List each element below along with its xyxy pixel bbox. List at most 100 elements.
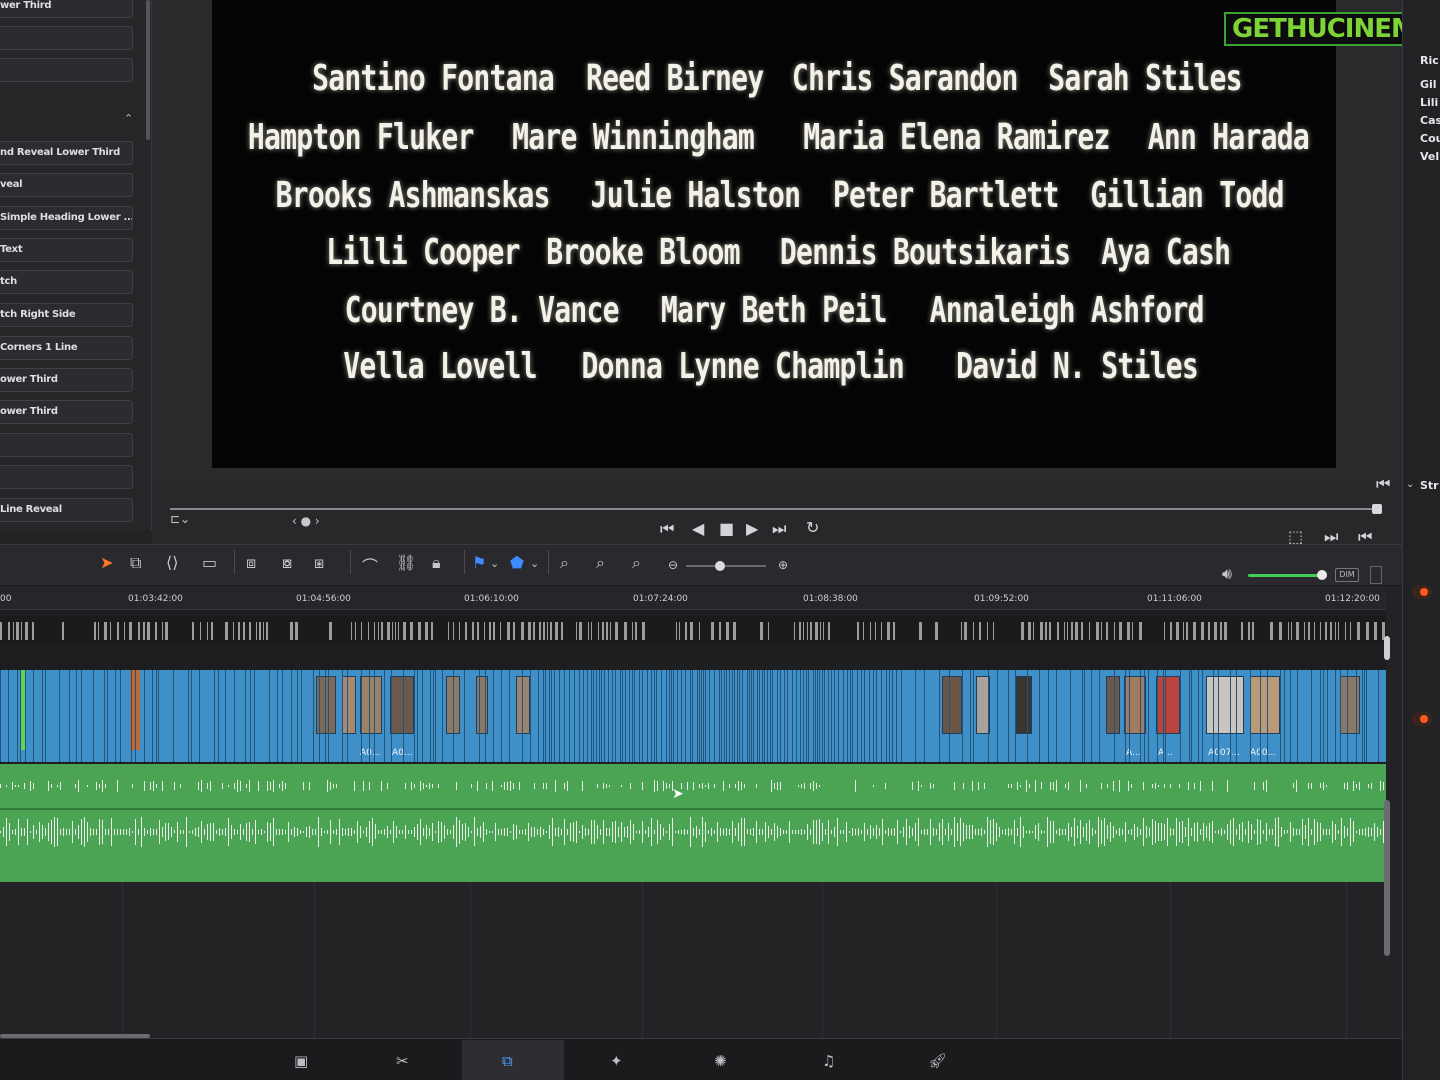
go-to-end-icon[interactable]: ⏭ [772,519,786,539]
volume-icon[interactable]: 🔊︎ [1222,564,1232,584]
v2-clip[interactable] [1296,622,1299,640]
v2-clip[interactable] [200,622,201,640]
v2-clip[interactable] [1049,622,1051,640]
timeline-scrollbar[interactable] [1384,636,1390,660]
v2-clip[interactable] [1350,622,1351,640]
v2-clip[interactable] [361,622,362,640]
v2-clip[interactable] [964,622,967,640]
effect-item[interactable]: ower Third [0,400,133,424]
inspector-item[interactable]: Str [1420,479,1439,492]
v2-clip[interactable] [266,622,268,640]
scrubber-playhead[interactable] [1372,504,1382,514]
audio-scrollbar[interactable] [1384,800,1390,956]
dim-button[interactable]: DIM [1335,568,1359,582]
v2-clip[interactable] [1314,622,1315,640]
v2-clip[interactable] [392,622,393,640]
v2-clip[interactable] [192,622,194,640]
v2-clip[interactable] [290,622,293,640]
v2-clip[interactable] [1214,622,1217,640]
volume-slider[interactable] [1248,574,1324,577]
v2-clip[interactable] [1096,622,1099,640]
clip-thumbnail[interactable] [1106,676,1120,734]
v2-clip[interactable] [147,622,150,640]
empty-track-area[interactable] [0,882,1386,1038]
clip-thumbnail[interactable] [1156,676,1180,734]
v2-clip[interactable] [1114,622,1115,640]
zoom-out-icon[interactable]: ⊖ [668,558,678,572]
v2-clip[interactable] [1201,622,1204,640]
v2-clip[interactable] [329,622,332,640]
audio-meter-icon[interactable] [1370,566,1382,584]
effect-item[interactable] [0,26,133,50]
record-toggle[interactable] [1412,712,1432,726]
clip-thumbnail[interactable] [1124,676,1146,734]
v2-clip[interactable] [489,622,491,640]
v2-clip[interactable] [1139,622,1142,640]
v2-clip[interactable] [418,622,421,640]
v2-clip[interactable] [484,622,485,640]
v2-clip[interactable] [733,622,736,640]
v2-clip[interactable] [610,622,611,640]
v2-clip[interactable] [1335,622,1336,640]
v2-clip[interactable] [760,622,763,640]
v2-clip[interactable] [500,622,501,640]
v2-clip[interactable] [870,622,871,640]
v2-clip[interactable] [1270,622,1273,640]
v2-clip[interactable] [1075,622,1078,640]
marker-icon[interactable]: ⬟ [510,553,524,572]
v2-clip[interactable] [351,622,352,640]
v2-clip[interactable] [410,622,413,640]
program-viewer[interactable]: Santino Fontana Reed Birney Chris Sarand… [212,0,1336,468]
overwrite-clip-icon[interactable]: ⧇ [282,553,292,573]
v2-clip[interactable] [803,622,804,640]
selection-tool-icon[interactable]: ➤ [100,553,113,572]
v2-clip[interactable] [1288,622,1289,640]
v2-clip[interactable] [1220,622,1222,640]
clip-thumbnail[interactable] [1340,676,1360,734]
v2-clip[interactable] [62,622,64,640]
v2-clip[interactable] [1045,622,1047,640]
v2-clip[interactable] [507,622,510,640]
v2-clip[interactable] [863,622,864,640]
v2-clip[interactable] [98,622,99,640]
v2-clip[interactable] [726,622,729,640]
v2-clip[interactable] [243,622,245,640]
v2-clip[interactable] [1170,622,1172,640]
v2-clip[interactable] [1089,622,1090,640]
v2-clip[interactable] [1291,622,1292,640]
v2-clip[interactable] [233,622,234,640]
effect-item[interactable] [0,465,133,489]
clip-thumbnail[interactable] [942,676,962,734]
v2-clip[interactable] [547,622,548,640]
v2-clip[interactable] [979,622,981,640]
v2-clip[interactable] [987,622,988,640]
clip-thumbnail[interactable] [1250,676,1280,734]
v2-clip[interactable] [387,622,390,640]
v2-clip[interactable] [398,622,399,640]
v2-clip[interactable] [1248,622,1250,640]
inspector-item[interactable]: Gil [1420,78,1437,91]
v2-clip[interactable] [124,622,125,640]
v2-clip[interactable] [453,622,454,640]
v2-clip[interactable] [211,622,213,640]
v2-clip[interactable] [690,622,693,640]
v2-clip[interactable] [1081,622,1083,640]
v2-clip[interactable] [513,622,515,640]
v2-clip[interactable] [25,622,28,640]
v2-clip[interactable] [249,622,251,640]
cut-page-icon[interactable]: ✂ [396,1052,409,1070]
dynamic-trim-icon[interactable]: ⟨⟩ [166,553,178,572]
v2-clip[interactable] [1106,622,1108,640]
chevron-down-icon[interactable]: ⌄ [490,557,499,570]
v2-clip[interactable] [1366,622,1369,640]
track-a1[interactable] [0,764,1386,882]
v2-clip[interactable] [425,622,428,640]
v2-clip[interactable] [893,622,895,640]
v2-clip[interactable] [472,622,474,640]
linked-selection-icon[interactable]: ⛓ [396,553,416,572]
v2-clip[interactable] [1357,622,1360,640]
inspector-item[interactable]: Ric [1420,54,1439,67]
jog-control-icon[interactable]: ‹ ● › [292,514,320,528]
flag-icon[interactable]: ⚑ [472,553,486,572]
v2-clip[interactable] [799,622,801,640]
